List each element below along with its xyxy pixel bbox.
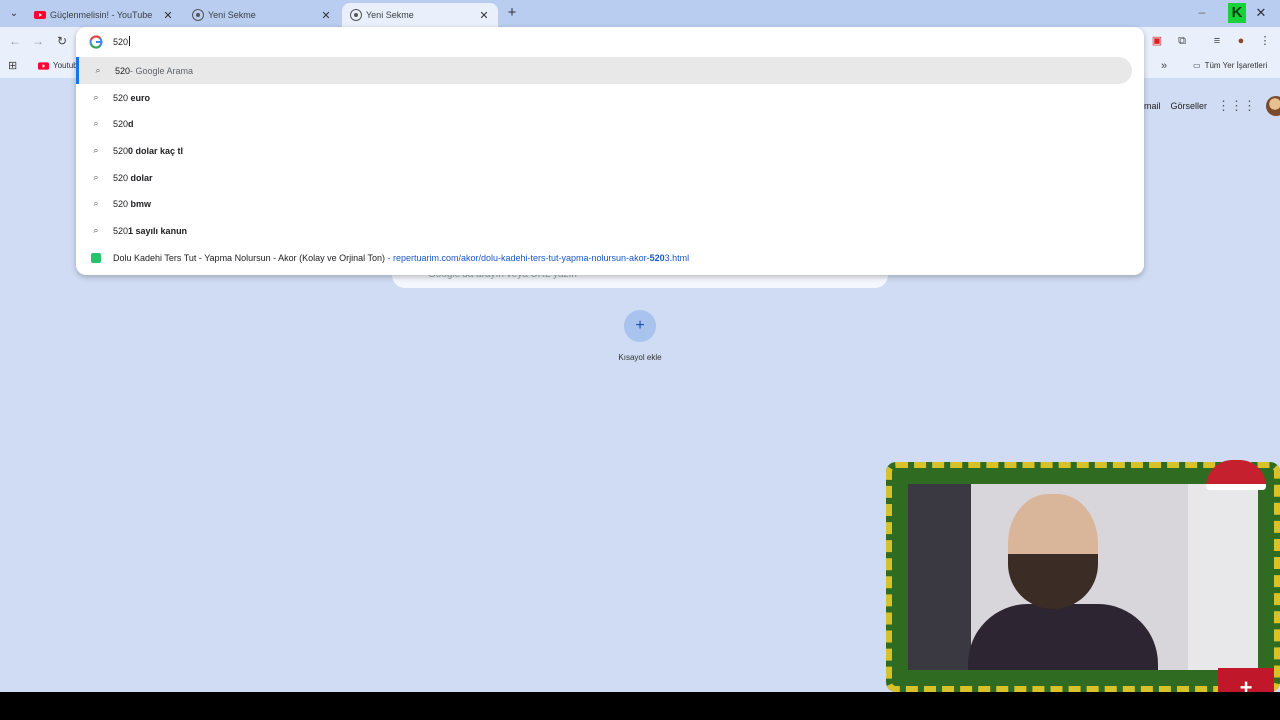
chrome-icon — [192, 9, 204, 21]
avatar[interactable] — [1266, 96, 1280, 116]
suggestion-item[interactable]: ⌕ 520 dolar — [76, 164, 1144, 191]
site-favicon-icon — [91, 252, 101, 263]
search-icon: ⌕ — [93, 198, 99, 208]
tab-strip: ⌄ Güçlenmelisin! - YouTube ✕ Yeni Sekme … — [0, 0, 1280, 27]
apps-icon[interactable]: ⊞ — [8, 60, 20, 72]
add-shortcut-label: Kısayol ekle — [618, 353, 662, 362]
media-icon[interactable]: ≡ — [1210, 34, 1224, 48]
chevron-right-icon[interactable]: » — [1161, 60, 1167, 72]
menu-icon[interactable]: ⋮ — [1258, 34, 1272, 48]
suggestion-completion: 0 dolar kaç tl — [128, 145, 184, 156]
suggestion-completion: dolar — [128, 172, 153, 183]
tab-title: Güçlenmelisin! - YouTube — [50, 10, 153, 20]
new-tab-button[interactable]: + — [505, 4, 519, 22]
site-suggestion-separator: - — [384, 252, 393, 263]
search-icon: ⌕ — [93, 118, 99, 128]
suggestion-completion: bmw — [128, 198, 152, 209]
close-window-icon[interactable]: ✕ — [1253, 4, 1269, 22]
taskbar — [0, 692, 1280, 720]
suggestion-typed: 520 — [113, 145, 129, 156]
chrome-icon — [350, 9, 362, 21]
reload-icon[interactable]: ↻ — [55, 34, 69, 48]
suggestion-typed: 520 — [113, 118, 129, 129]
suggestion-typed: 520 — [113, 225, 129, 236]
minimize-icon[interactable]: – — [1194, 5, 1210, 21]
k-logo-icon: K — [1228, 3, 1246, 23]
tab-new-tab-2[interactable]: Yeni Sekme ✕ — [342, 3, 498, 27]
site-suggestion-item[interactable]: Dolu Kadehi Ters Tut - Yapma Nolursun - … — [76, 244, 1144, 271]
suggestion-typed: 520 — [113, 198, 129, 209]
suggestion-completion: euro — [128, 92, 151, 103]
suggestion-item[interactable]: ⌕ 520 - Google Arama — [76, 57, 1132, 84]
site-suggestion-title: Dolu Kadehi Ters Tut - Yapma Nolursun - … — [113, 252, 385, 263]
search-icon: ⌕ — [93, 225, 99, 235]
tab-search-icon[interactable]: ⌄ — [6, 6, 22, 22]
images-link[interactable]: Görseller — [1171, 101, 1208, 111]
google-icon — [89, 35, 103, 49]
bookmark-label: Youtub — [53, 61, 78, 70]
suggestion-item[interactable]: ⌕ 520 bmw — [76, 190, 1144, 217]
webcam-overlay — [886, 462, 1280, 692]
site-suggestion-url-suffix: 3.html — [664, 252, 690, 263]
suggestion-typed: 520 — [115, 65, 131, 76]
tab-title: Yeni Sekme — [366, 10, 414, 20]
suggestion-item[interactable]: ⌕ 520 euro — [76, 84, 1144, 111]
suggestion-item[interactable]: ⌕ 520 0 dolar kaç tl — [76, 137, 1144, 164]
omnibox-input[interactable]: 520 — [113, 36, 130, 47]
bookmark-youtube[interactable]: Youtub — [38, 61, 78, 70]
back-icon[interactable]: ← — [8, 34, 22, 48]
all-bookmarks-button[interactable]: ▭ Tüm Yer İşaretleri — [1193, 61, 1267, 70]
suggestion-item[interactable]: ⌕ 520 1 sayılı kanun — [76, 217, 1144, 244]
ntp-top-links: mail Görseller ⋮⋮⋮ — [1144, 96, 1280, 116]
suggestion-description: - Google Arama — [130, 65, 194, 76]
tab-new-tab-1[interactable]: Yeni Sekme ✕ — [184, 3, 340, 27]
close-tab-icon[interactable]: ✕ — [162, 9, 174, 22]
site-suggestion-url-match: 520 — [649, 252, 665, 263]
extensions-icon[interactable]: ⧉ — [1175, 34, 1189, 48]
gmail-link[interactable]: mail — [1144, 101, 1161, 111]
add-shortcut-button[interactable]: + — [624, 310, 656, 342]
site-suggestion-url: repertuarim.com/akor/dolu-kadehi-ters-tu… — [392, 252, 650, 263]
google-apps-icon[interactable]: ⋮⋮⋮ — [1217, 98, 1256, 114]
webcam-person — [968, 494, 1158, 670]
forward-icon[interactable]: → — [31, 34, 45, 48]
close-tab-icon[interactable]: ✕ — [320, 9, 332, 22]
youtube-icon — [38, 61, 49, 70]
search-icon: ⌕ — [93, 172, 99, 182]
tab-title: Yeni Sekme — [208, 10, 256, 20]
folder-icon: ▭ — [1193, 61, 1201, 70]
youtube-icon — [34, 11, 46, 19]
suggestion-completion: d — [128, 118, 134, 129]
all-bookmarks-label: Tüm Yer İşaretleri — [1204, 61, 1268, 70]
suggestion-typed: 520 — [113, 172, 129, 183]
suggestion-completion: 1 sayılı kanun — [128, 225, 188, 236]
suggestion-typed: 520 — [113, 92, 129, 103]
profile-icon[interactable]: ● — [1234, 34, 1248, 48]
tab-youtube[interactable]: Güçlenmelisin! - YouTube ✕ — [26, 3, 182, 27]
search-icon: ⌕ — [93, 92, 99, 102]
search-icon: ⌕ — [95, 65, 101, 75]
omnibox-dropdown: 520 ⌕ 520 - Google Arama ⌕ 520 euro ⌕ 52… — [76, 27, 1144, 275]
close-tab-icon[interactable]: ✕ — [478, 9, 490, 22]
suggestion-item[interactable]: ⌕ 520 d — [76, 110, 1144, 137]
search-icon: ⌕ — [93, 145, 99, 155]
youtube-extension-icon[interactable]: ▣ — [1150, 34, 1164, 48]
